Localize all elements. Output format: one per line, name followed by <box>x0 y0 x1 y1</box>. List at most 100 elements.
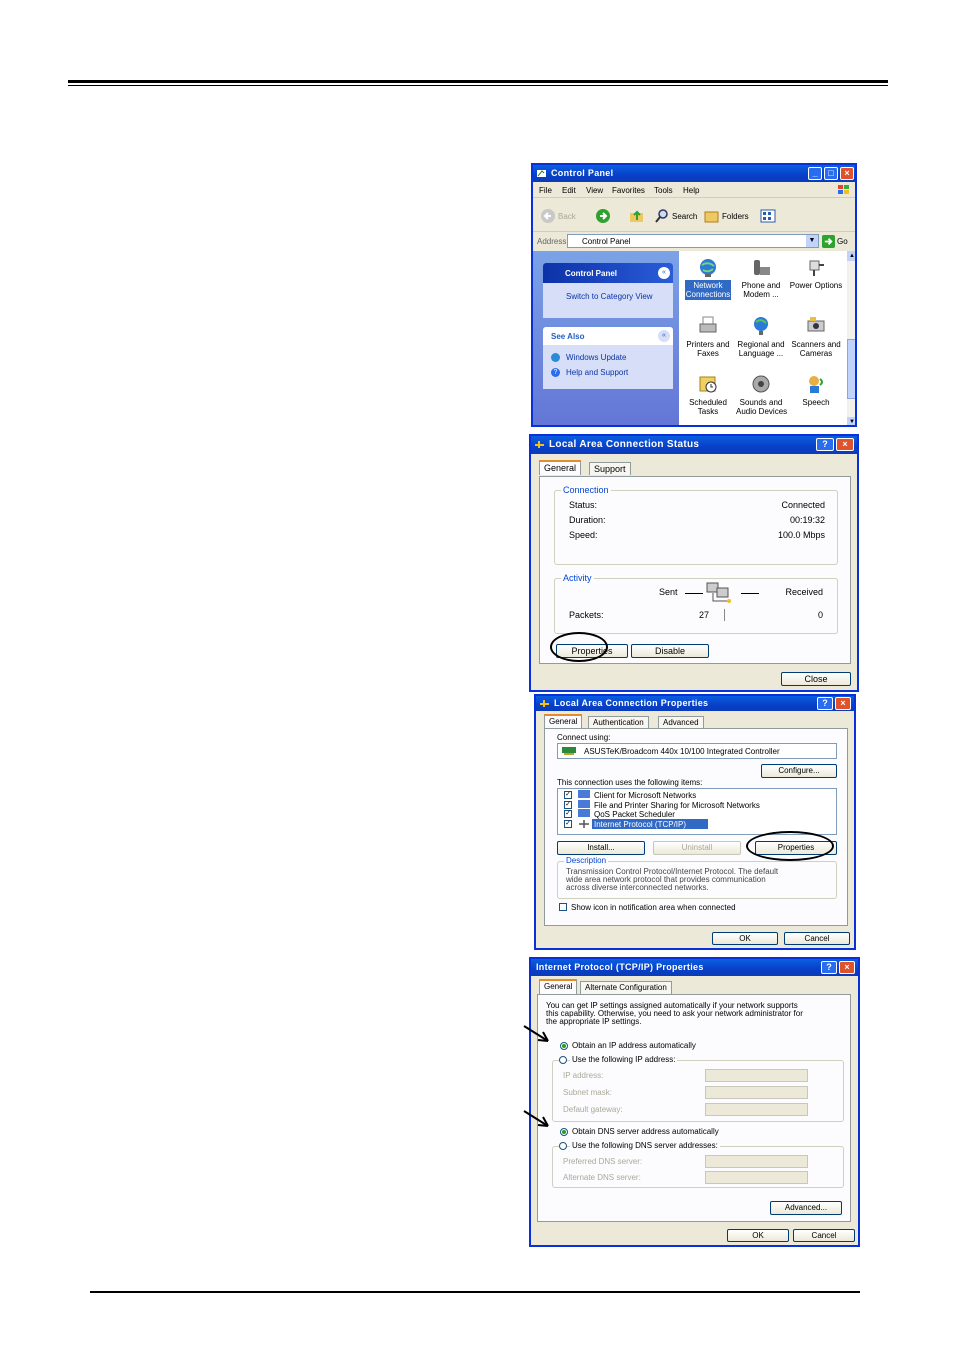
control-panel-section-header[interactable]: Control Panel « <box>543 263 673 283</box>
vertical-scrollbar[interactable]: ▲ ▼ <box>847 251 855 425</box>
properties-ok-button[interactable]: OK <box>712 932 778 945</box>
cp-item-speech[interactable]: Speech <box>787 373 845 423</box>
minimize-button[interactable]: _ <box>808 167 822 180</box>
item-checkbox-2[interactable]: ✓ <box>564 801 572 809</box>
tab-support[interactable]: Support <box>589 462 631 475</box>
menu-help[interactable]: Help <box>683 186 699 195</box>
tcpip-cancel-button[interactable]: Cancel <box>793 1229 855 1242</box>
cp-item-regional-language[interactable]: Regional and Language ... <box>736 315 786 365</box>
scroll-thumb[interactable] <box>847 339 855 399</box>
cp-item-network-connections[interactable]: Network Connections <box>685 257 731 307</box>
cp-item-power-options[interactable]: Power Options <box>787 257 845 307</box>
properties-cancel-button[interactable]: Cancel <box>784 932 850 945</box>
views-icon[interactable] <box>760 208 776 224</box>
tcpip-titlebar: Internet Protocol (TCP/IP) Properties ? … <box>531 959 858 976</box>
cp-item-phone-modem[interactable]: Phone and Modem ... <box>736 257 786 307</box>
scroll-up-arrow-icon[interactable]: ▲ <box>847 251 855 261</box>
description-line-3: across diverse interconnected networks. <box>566 883 709 892</box>
disable-button[interactable]: Disable <box>631 644 709 658</box>
close-button[interactable]: × <box>840 167 854 180</box>
item-checkbox-1[interactable]: ✓ <box>564 791 572 799</box>
close-x-button-3[interactable]: × <box>839 961 855 974</box>
tcpip-ok-button[interactable]: OK <box>727 1229 789 1242</box>
duration-value: 00:19:32 <box>789 515 825 525</box>
obtain-dns-radio[interactable] <box>560 1128 568 1136</box>
tab-alternate-configuration[interactable]: Alternate Configuration <box>580 981 672 994</box>
close-x-button-2[interactable]: × <box>835 697 851 710</box>
alternate-dns-field[interactable] <box>705 1171 808 1184</box>
close-x-button[interactable]: × <box>836 438 854 451</box>
back-label[interactable]: Back <box>558 212 576 221</box>
obtain-ip-radio[interactable] <box>560 1042 568 1050</box>
ip-address-label: IP address: <box>563 1071 604 1080</box>
item-file-sharing[interactable]: File and Printer Sharing for Microsoft N… <box>594 801 760 810</box>
item-tcpip[interactable]: Internet Protocol (TCP/IP) <box>594 820 686 829</box>
address-input[interactable]: Control Panel ▼ <box>567 234 819 248</box>
preferred-dns-field[interactable] <box>705 1155 808 1168</box>
install-button[interactable]: Install... <box>557 841 645 855</box>
cp-item-printers-faxes[interactable]: Printers and Faxes <box>685 315 731 365</box>
menu-tools[interactable]: Tools <box>654 186 673 195</box>
ip-address-field[interactable] <box>705 1069 808 1082</box>
scroll-down-arrow-icon[interactable]: ▼ <box>847 417 855 425</box>
cp-item-sounds-audio[interactable]: Sounds and Audio Devices <box>736 373 787 423</box>
obtain-dns-label[interactable]: Obtain DNS server address automatically <box>572 1127 719 1136</box>
gateway-field[interactable] <box>705 1103 808 1116</box>
show-icon-label[interactable]: Show icon in notification area when conn… <box>571 903 736 912</box>
cp-item-scanners-cameras[interactable]: Scanners and Cameras <box>787 315 845 365</box>
uninstall-button[interactable]: Uninstall <box>653 841 741 855</box>
sounds-label-1: Sounds and <box>739 398 783 407</box>
go-label[interactable]: Go <box>837 237 848 246</box>
up-folder-icon[interactable] <box>629 208 645 224</box>
advanced-button[interactable]: Advanced... <box>770 1201 842 1215</box>
use-ip-label[interactable]: Use the following IP address: <box>570 1055 678 1064</box>
go-arrow-icon[interactable] <box>822 235 835 248</box>
status-close-button[interactable]: Close <box>781 672 851 686</box>
address-dropdown-icon[interactable]: ▼ <box>806 235 818 247</box>
menu-view[interactable]: View <box>586 186 603 195</box>
help-button-3[interactable]: ? <box>821 961 837 974</box>
menu-edit[interactable]: Edit <box>562 186 576 195</box>
use-dns-radio[interactable] <box>559 1142 567 1150</box>
network-connection-icon-2 <box>540 700 549 707</box>
network-connection-icon <box>535 441 544 448</box>
control-panel-window: Control Panel _ □ × File Edit View Favor… <box>531 163 857 427</box>
maximize-button[interactable]: □ <box>824 167 838 180</box>
properties-title: Local Area Connection Properties <box>554 698 709 708</box>
tab-general-2[interactable]: General <box>544 714 583 729</box>
control-panel-titlebar: Control Panel _ □ × <box>533 165 855 182</box>
menu-file[interactable]: File <box>539 186 552 195</box>
search-icon[interactable] <box>654 208 670 224</box>
search-label[interactable]: Search <box>672 212 697 221</box>
use-ip-radio[interactable] <box>559 1056 567 1064</box>
tab-general[interactable]: General <box>539 460 582 475</box>
help-button-2[interactable]: ? <box>817 697 833 710</box>
folders-icon[interactable] <box>704 208 720 224</box>
windows-update-link[interactable]: Windows Update <box>566 353 626 362</box>
item-qos[interactable]: QoS Packet Scheduler <box>594 810 675 819</box>
switch-view-link[interactable]: Switch to Category View <box>566 292 653 301</box>
windows-logo-icon <box>838 185 849 194</box>
help-support-link[interactable]: Help and Support <box>566 368 628 377</box>
collapse-icon[interactable]: « <box>658 267 670 279</box>
static-ip-group: Use the following IP address: IP address… <box>552 1055 844 1122</box>
item-checkbox-4[interactable]: ✓ <box>564 820 572 828</box>
connection-label: Connection <box>561 485 611 495</box>
folders-label[interactable]: Folders <box>722 212 749 221</box>
back-arrow-icon[interactable] <box>540 208 556 224</box>
collapse-icon-2[interactable]: « <box>658 330 670 342</box>
printers-label-1: Printers and <box>686 340 730 349</box>
menu-favorites[interactable]: Favorites <box>612 186 645 195</box>
obtain-ip-label[interactable]: Obtain an IP address automatically <box>572 1041 696 1050</box>
cp-item-scheduled-tasks[interactable]: Scheduled Tasks <box>685 373 731 423</box>
use-dns-label[interactable]: Use the following DNS server addresses: <box>570 1141 720 1150</box>
show-icon-checkbox[interactable] <box>559 903 567 911</box>
subnet-mask-field[interactable] <box>705 1086 808 1099</box>
see-also-header[interactable]: See Also « <box>543 327 673 345</box>
item-client[interactable]: Client for Microsoft Networks <box>594 791 696 800</box>
help-button[interactable]: ? <box>816 438 834 451</box>
tab-general-3[interactable]: General <box>539 979 578 994</box>
forward-arrow-icon[interactable] <box>595 208 611 224</box>
configure-button[interactable]: Configure... <box>761 764 837 778</box>
item-checkbox-3[interactable]: ✓ <box>564 810 572 818</box>
